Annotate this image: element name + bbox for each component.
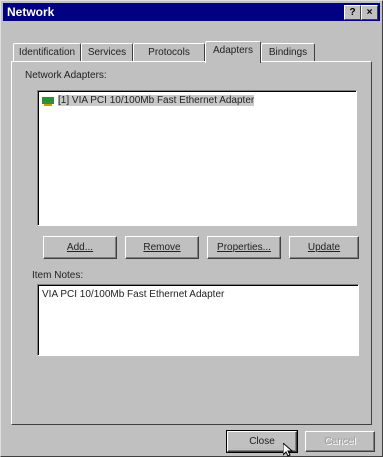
- tab-identification[interactable]: Identification: [13, 43, 81, 62]
- remove-button[interactable]: Remove: [125, 236, 199, 259]
- close-window-button[interactable]: ×: [361, 5, 378, 20]
- item-notes-label: Item Notes:: [32, 270, 84, 281]
- tab-protocols[interactable]: Protocols: [133, 43, 205, 62]
- mouse-cursor-icon: [283, 443, 294, 457]
- properties-button[interactable]: Properties...: [207, 236, 281, 259]
- update-button[interactable]: Update: [289, 236, 359, 259]
- adapters-label: Network Adapters:: [25, 70, 107, 81]
- tab-adapters[interactable]: Adapters: [205, 41, 261, 63]
- list-item[interactable]: [1] VIA PCI 10/100Mb Fast Ethernet Adapt…: [42, 95, 255, 106]
- add-label: Add...: [66, 242, 94, 253]
- network-card-icon: [42, 96, 56, 106]
- add-button[interactable]: Add...: [43, 236, 117, 259]
- item-notes-text: VIA PCI 10/100Mb Fast Ethernet Adapter: [42, 289, 225, 300]
- tab-bindings[interactable]: Bindings: [261, 43, 315, 62]
- window-title: Network: [7, 5, 55, 19]
- properties-label: Properties...: [217, 242, 271, 253]
- title-bar[interactable]: Network ? ×: [3, 3, 380, 21]
- network-dialog: Network ? × Identification Services Prot…: [0, 0, 383, 457]
- update-label: Update: [307, 242, 341, 253]
- adapters-panel: Network Adapters: [1] VIA PCI 10/100Mb F…: [11, 61, 372, 425]
- remove-label: Remove: [143, 242, 181, 253]
- cancel-button[interactable]: Cancel: [305, 431, 375, 452]
- tab-services[interactable]: Services: [81, 43, 133, 62]
- adapter-name: [1] VIA PCI 10/100Mb Fast Ethernet Adapt…: [58, 95, 255, 106]
- help-button[interactable]: ?: [344, 5, 361, 20]
- item-notes-box: VIA PCI 10/100Mb Fast Ethernet Adapter: [37, 284, 359, 356]
- adapters-list[interactable]: [1] VIA PCI 10/100Mb Fast Ethernet Adapt…: [37, 90, 357, 226]
